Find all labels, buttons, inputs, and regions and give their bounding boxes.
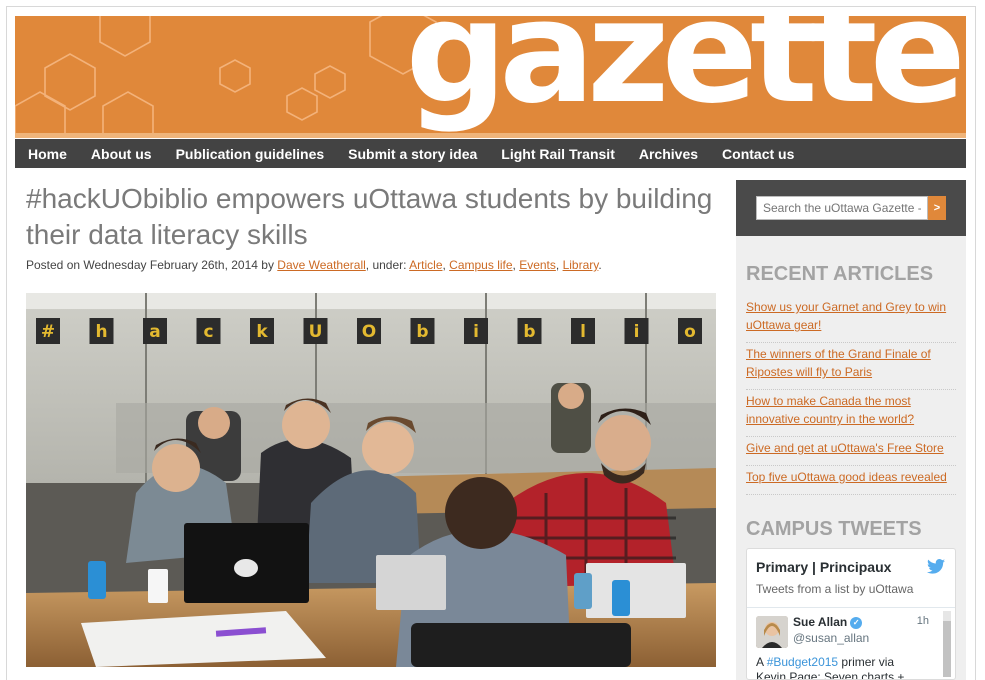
nav-item-publication-guidelines[interactable]: Publication guidelines: [176, 146, 325, 162]
tweet-list-subtitle: Tweets from a list by uOttawa: [756, 582, 914, 596]
letter-tile-label: i: [634, 322, 640, 342]
letter-tile-label: #: [41, 322, 55, 342]
nav-item-contact-us[interactable]: Contact us: [722, 146, 794, 162]
site-banner[interactable]: gazette: [15, 16, 966, 138]
letter-tile-label: l: [580, 322, 586, 342]
verified-icon: ✓: [850, 616, 863, 629]
article-byline: Posted on Wednesday February 26th, 2014 …: [26, 258, 602, 272]
campus-tweets-heading: CAMPUS TWEETS: [746, 518, 922, 540]
article-photo: # h a c k U Ob i b l i o: [26, 293, 716, 667]
letter-tile-label: h: [95, 322, 107, 342]
avatar[interactable]: [756, 616, 788, 648]
nav-item-submit-story[interactable]: Submit a story idea: [348, 146, 477, 162]
tweet-text: A #Budget2015 primer via Kevin Page: Sev…: [756, 655, 905, 680]
list-item: How to make Canada the most innovative c…: [746, 390, 956, 437]
article-title: #hackUObiblio empowers uOttawa students …: [26, 183, 713, 250]
hashtag-link[interactable]: #Budget2015: [767, 655, 838, 669]
gazette-logo[interactable]: gazette: [406, 16, 966, 124]
list-item: Top five uOttawa good ideas revealed: [746, 466, 956, 495]
nav-item-home[interactable]: Home: [28, 146, 67, 162]
nav-item-about-us[interactable]: About us: [91, 146, 152, 162]
recent-article-link[interactable]: The winners of the Grand Finale of Ripos…: [746, 347, 931, 379]
search-box: >: [736, 180, 966, 236]
tweet-scrollbar[interactable]: [943, 611, 951, 677]
tweet-timestamp[interactable]: 1h: [917, 615, 929, 627]
letter-tile-label: U: [309, 322, 323, 342]
twitter-bird-icon[interactable]: [927, 559, 945, 574]
letter-tile-label: a: [149, 322, 160, 342]
recent-article-link[interactable]: Top five uOttawa good ideas revealed: [746, 470, 947, 484]
letter-tile-label: b: [523, 322, 535, 342]
category-link-campus-life[interactable]: Campus life: [449, 258, 512, 272]
letter-tile-label: o: [684, 322, 696, 342]
under-label: , under:: [365, 258, 410, 272]
letter-tile-label: O: [362, 322, 376, 342]
category-link-events[interactable]: Events: [519, 258, 556, 272]
recent-article-link[interactable]: Show us your Garnet and Grey to win uOtt…: [746, 300, 946, 332]
letter-tile-label: b: [416, 322, 428, 342]
nav-item-light-rail-transit[interactable]: Light Rail Transit: [501, 146, 615, 162]
sidebar: > RECENT ARTICLES Show us your Garnet an…: [736, 180, 966, 680]
tweet-divider: [747, 607, 955, 608]
list-item: Give and get at uOttawa's Free Store: [746, 437, 956, 466]
tweet-author-name[interactable]: Sue Allan ✓: [793, 615, 863, 629]
banner-stripe: [15, 133, 966, 138]
list-item: Show us your Garnet and Grey to win uOtt…: [746, 297, 956, 343]
letter-tile-label: k: [256, 322, 268, 342]
author-link[interactable]: Dave Weatherall: [277, 258, 366, 272]
search-button[interactable]: >: [928, 196, 946, 220]
tweet-author-handle[interactable]: @susan_allan: [793, 631, 869, 645]
search-input[interactable]: [756, 196, 928, 220]
twitter-widget[interactable]: Primary | Principaux Tweets from a list …: [746, 548, 956, 680]
scrollbar-thumb[interactable]: [943, 621, 951, 677]
recent-article-link[interactable]: Give and get at uOttawa's Free Store: [746, 441, 944, 455]
category-link-library[interactable]: Library: [563, 258, 599, 272]
category-link-article[interactable]: Article: [409, 258, 442, 272]
recent-article-link[interactable]: How to make Canada the most innovative c…: [746, 394, 914, 426]
posted-date: Posted on Wednesday February 26th, 2014 …: [26, 258, 278, 272]
recent-articles-list: Show us your Garnet and Grey to win uOtt…: [746, 297, 956, 495]
list-item: The winners of the Grand Finale of Ripos…: [746, 343, 956, 390]
tweet-list-title[interactable]: Primary | Principaux: [756, 559, 891, 575]
main-nav: Home About us Publication guidelines Sub…: [15, 139, 966, 168]
nav-item-archives[interactable]: Archives: [639, 146, 698, 162]
recent-articles-heading: RECENT ARTICLES: [746, 263, 934, 285]
letter-tile-label: c: [203, 322, 213, 342]
letter-tile-label: i: [473, 322, 479, 342]
